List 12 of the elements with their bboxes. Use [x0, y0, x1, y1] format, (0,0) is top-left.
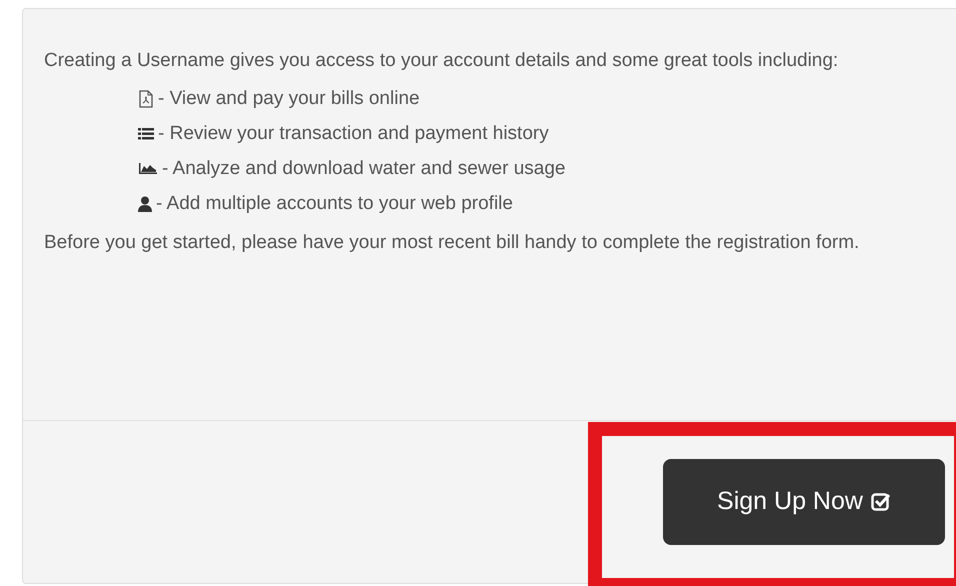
- user-icon: [138, 196, 152, 212]
- intro-text: Creating a Username gives you access to your account details and some great tools including:: [44, 49, 840, 73]
- feature-text: - View and pay your bills online: [158, 87, 420, 111]
- feature-text: - Analyze and download water and sewer usage: [162, 157, 566, 181]
- sign-up-button[interactable]: Sign Up Now: [663, 459, 945, 545]
- feature-text: - Review your transaction and payment history: [158, 122, 549, 146]
- document-icon: [138, 90, 154, 108]
- area-chart-icon: [138, 162, 158, 176]
- checkbox-icon: [870, 492, 891, 512]
- list-icon: [138, 126, 154, 140]
- feature-text: - Add multiple accounts to your web profile: [156, 192, 513, 216]
- note-text: Before you get started, please have your most recent bill handy to complete the registration form.: [44, 231, 860, 255]
